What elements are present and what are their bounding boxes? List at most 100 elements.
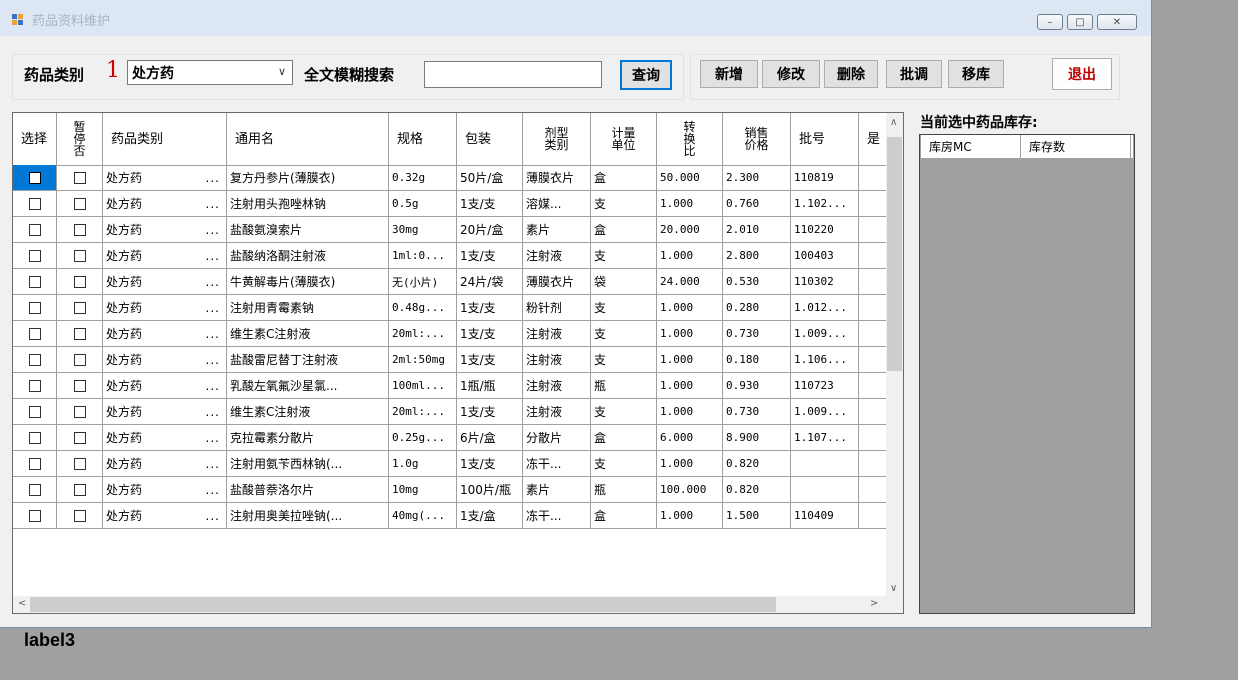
select-checkbox[interactable] [28,457,41,470]
table-cell[interactable]: 1.000 [657,191,723,216]
table-cell[interactable]: 处方药... [103,373,227,398]
category-select[interactable]: 处方药 ∨ [127,60,293,85]
table-cell[interactable]: 薄膜衣片 [523,269,591,294]
table-cell[interactable]: 盒 [591,425,657,450]
table-cell[interactable] [859,217,886,242]
cell-button-ellipsis[interactable]: ... [206,197,220,211]
suspend-cell[interactable] [57,399,103,424]
cell-button-ellipsis[interactable]: ... [206,327,220,341]
table-cell[interactable]: 2.010 [723,217,791,242]
suspend-cell[interactable] [57,295,103,320]
table-cell[interactable]: 维生素C注射液 [227,321,389,346]
table-row[interactable]: 处方药... 注射用氨苄西林钠(... 1.0g 1支/支 冻干... 支 1.000 0.8… [13,451,886,477]
table-cell[interactable]: 处方药... [103,165,227,190]
table-row[interactable]: 处方药... 维生素C注射液 20ml:... 1支/支 注射液支 1.000 0.730 1… [13,399,886,425]
table-cell[interactable]: 1.000 [657,321,723,346]
column-header[interactable]: 销售价格 [723,113,791,165]
table-cell[interactable]: 0.48g... [389,295,457,320]
table-row[interactable]: 处方药... 牛黄解毒片(薄膜衣) 无(小片) 24片/袋 薄膜衣片袋 24.000 0.5… [13,269,886,295]
query-button[interactable]: 查询 [620,60,672,90]
table-cell[interactable]: 100403 [791,243,859,268]
suspend-checkbox[interactable] [73,509,86,522]
cell-button-ellipsis[interactable]: ... [206,171,220,185]
table-cell[interactable] [859,347,886,372]
table-cell[interactable]: 注射用奥美拉唑钠(... [227,503,389,528]
suspend-cell[interactable] [57,191,103,216]
table-cell[interactable]: 1.009... [791,321,859,346]
table-cell[interactable]: 1.000 [657,451,723,476]
column-header[interactable]: 批号 [791,113,859,165]
table-cell[interactable]: 8.900 [723,425,791,450]
cell-button-ellipsis[interactable]: ... [206,509,220,523]
select-cell[interactable] [13,425,57,450]
select-cell[interactable] [13,295,57,320]
table-cell[interactable]: 1支/支 [457,295,523,320]
table-cell[interactable]: 支 [591,399,657,424]
table-cell[interactable]: 6.000 [657,425,723,450]
select-checkbox[interactable] [28,171,41,184]
table-cell[interactable] [859,425,886,450]
scroll-left-icon[interactable]: < [18,598,26,609]
table-cell[interactable]: 30mg [389,217,457,242]
select-cell[interactable] [13,373,57,398]
table-cell[interactable] [791,451,859,476]
add-button[interactable]: 新增 [700,60,758,88]
horizontal-scrollbar[interactable]: < > [13,596,886,613]
close-icon[interactable]: ✕ [1097,14,1137,30]
table-row[interactable]: 处方药... 克拉霉素分散片 0.25g... 6片/盒 分散片盒 6.000 8.900 1… [13,425,886,451]
table-cell[interactable]: 0.25g... [389,425,457,450]
table-cell[interactable]: 冻干... [523,451,591,476]
table-cell[interactable]: 1支/支 [457,399,523,424]
column-header[interactable]: 计量单位 [591,113,657,165]
table-cell[interactable] [859,503,886,528]
table-cell[interactable]: 瓶 [591,477,657,502]
table-cell[interactable]: 处方药... [103,191,227,216]
table-cell[interactable]: 1支/支 [457,243,523,268]
select-checkbox[interactable] [28,405,41,418]
suspend-checkbox[interactable] [73,379,86,392]
scroll-right-icon[interactable]: > [870,598,878,609]
table-cell[interactable]: 1支/支 [457,321,523,346]
suspend-checkbox[interactable] [73,431,86,444]
table-cell[interactable]: 维生素C注射液 [227,399,389,424]
cell-button-ellipsis[interactable]: ... [206,301,220,315]
table-cell[interactable]: 冻干... [523,503,591,528]
table-cell[interactable]: 注射液 [523,347,591,372]
suspend-checkbox[interactable] [73,301,86,314]
table-cell[interactable]: 10mg [389,477,457,502]
suspend-cell[interactable] [57,217,103,242]
table-cell[interactable]: 0.730 [723,321,791,346]
table-cell[interactable]: 1支/支 [457,451,523,476]
suspend-cell[interactable] [57,451,103,476]
column-header[interactable]: 是 [859,113,886,165]
table-cell[interactable]: 袋 [591,269,657,294]
stock-col-warehouse[interactable]: 库房MC [921,135,1021,158]
table-cell[interactable]: 支 [591,191,657,216]
table-cell[interactable]: 支 [591,347,657,372]
column-header[interactable]: 剂型类别 [523,113,591,165]
horizontal-scroll-thumb[interactable] [30,597,776,612]
table-cell[interactable]: 50片/盒 [457,165,523,190]
table-cell[interactable]: 注射液 [523,321,591,346]
table-cell[interactable]: 1.102... [791,191,859,216]
table-cell[interactable]: 盒 [591,165,657,190]
cell-button-ellipsis[interactable]: ... [206,249,220,263]
select-checkbox[interactable] [28,249,41,262]
table-cell[interactable]: 克拉霉素分散片 [227,425,389,450]
suspend-checkbox[interactable] [73,275,86,288]
table-cell[interactable]: 20.000 [657,217,723,242]
column-header[interactable]: 包装 [457,113,523,165]
table-cell[interactable]: 复方丹参片(薄膜衣) [227,165,389,190]
table-cell[interactable]: 0.730 [723,399,791,424]
table-cell[interactable]: 处方药... [103,347,227,372]
table-cell[interactable]: 盒 [591,503,657,528]
table-cell[interactable]: 1ml:0... [389,243,457,268]
select-checkbox[interactable] [28,509,41,522]
table-cell[interactable]: 100ml... [389,373,457,398]
suspend-checkbox[interactable] [73,457,86,470]
table-cell[interactable]: 溶媒... [523,191,591,216]
table-cell[interactable]: 0.280 [723,295,791,320]
table-cell[interactable]: 1.000 [657,243,723,268]
select-checkbox[interactable] [28,353,41,366]
scroll-up-icon[interactable]: ∧ [890,117,897,128]
